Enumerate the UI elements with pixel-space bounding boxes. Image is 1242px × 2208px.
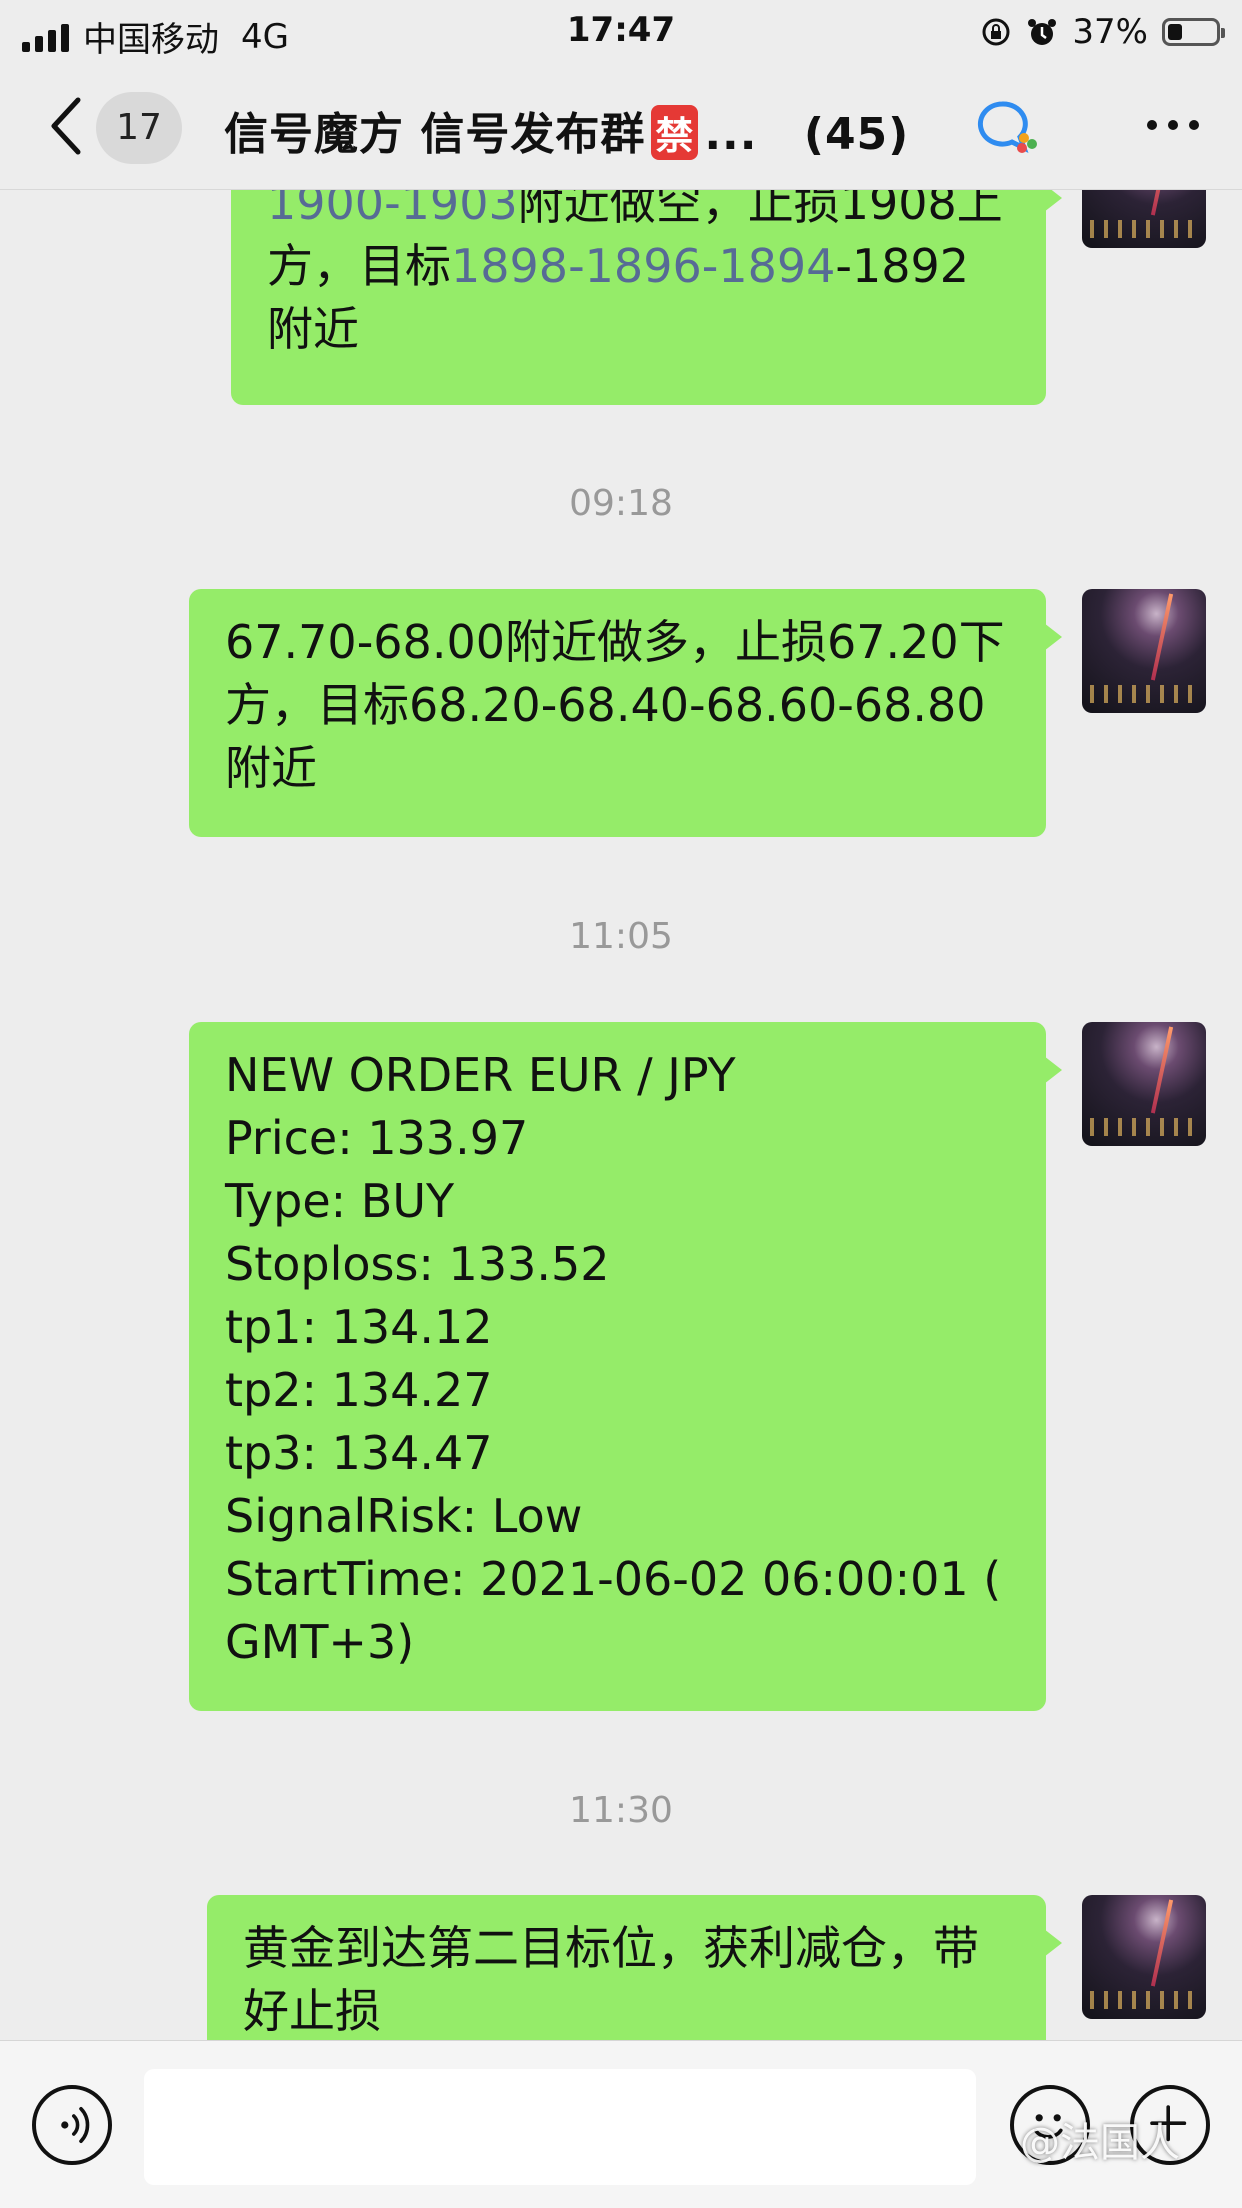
forbid-badge: 禁 (651, 105, 699, 160)
order-line: GMT+3) (225, 1615, 415, 1669)
message-bubble[interactable]: 1900-1903附近做空，止损1908上方，目标1898-1896-1894-… (231, 190, 1062, 405)
order-line: tp1: 134.12 (225, 1300, 493, 1354)
timestamp: 11:30 (569, 1790, 673, 1831)
order-line: tp3: 134.47 (225, 1426, 493, 1480)
member-count: (45) (803, 109, 910, 160)
battery-icon (1162, 18, 1225, 46)
avatar[interactable] (1082, 190, 1206, 248)
nav-bar: 17 信号魔方 信号发布群禁... (45) (0, 62, 1242, 190)
order-line: Stoploss: 133.52 (225, 1237, 610, 1291)
chat-bubble-icon[interactable] (972, 98, 1040, 158)
more-icon[interactable] (1144, 110, 1202, 140)
alarm-icon (1028, 19, 1057, 45)
message-link[interactable]: 1898-1896-1894 (451, 239, 835, 293)
order-line: Price: 133.97 (225, 1111, 529, 1165)
avatar[interactable] (1082, 1895, 1206, 2019)
status-right: 37% (980, 12, 1225, 52)
message-input[interactable] (144, 2069, 976, 2185)
chat-title-ellipsis: ... (704, 109, 758, 160)
message-text: 67.70-68.00附近做多，止损67.20下方，目标68.20-68.40-… (225, 615, 1005, 795)
message-bubble[interactable]: 67.70-68.00附近做多，止损67.20下方，目标68.20-68.40-… (189, 589, 1062, 837)
watermark: @法国人 (1020, 2120, 1180, 2166)
lock-rotation-icon (982, 18, 1010, 46)
order-line: tp2: 134.27 (225, 1363, 493, 1417)
unread-count-badge[interactable]: 17 (96, 92, 182, 164)
timestamp: 11:05 (569, 916, 673, 957)
chat-title[interactable]: 信号魔方 信号发布群禁... (45) (224, 98, 909, 162)
avatar[interactable] (1082, 1022, 1206, 1146)
order-line: SignalRisk: Low (225, 1489, 583, 1543)
message-bubble[interactable]: NEW ORDER EUR / JPY Price: 133.97 Type: … (189, 1022, 1062, 1711)
status-bar: 中国移动 4G 17:47 37% (0, 0, 1242, 62)
message-bubble[interactable]: 黄金到达第二目标位，获利减仓，带好止损 (207, 1895, 1062, 2040)
order-line: StartTime: 2021-06-02 06:00:01 ( (225, 1552, 1002, 1606)
message-text: 黄金到达第二目标位，获利减仓，带好止损 (243, 1921, 979, 2038)
voice-icon[interactable] (32, 2085, 112, 2165)
back-chevron-icon[interactable] (44, 94, 88, 158)
chat-title-text: 信号魔方 信号发布群 (224, 109, 646, 160)
chat-area[interactable]: 1900-1903附近做空，止损1908上方，目标1898-1896-1894-… (0, 190, 1242, 2040)
order-line: Type: BUY (225, 1174, 455, 1228)
battery-percent: 37% (1072, 12, 1148, 52)
order-line: NEW ORDER EUR / JPY (225, 1048, 736, 1102)
message-link[interactable]: 1900-1903 (267, 190, 518, 230)
timestamp: 09:18 (569, 483, 673, 524)
avatar[interactable] (1082, 589, 1206, 713)
